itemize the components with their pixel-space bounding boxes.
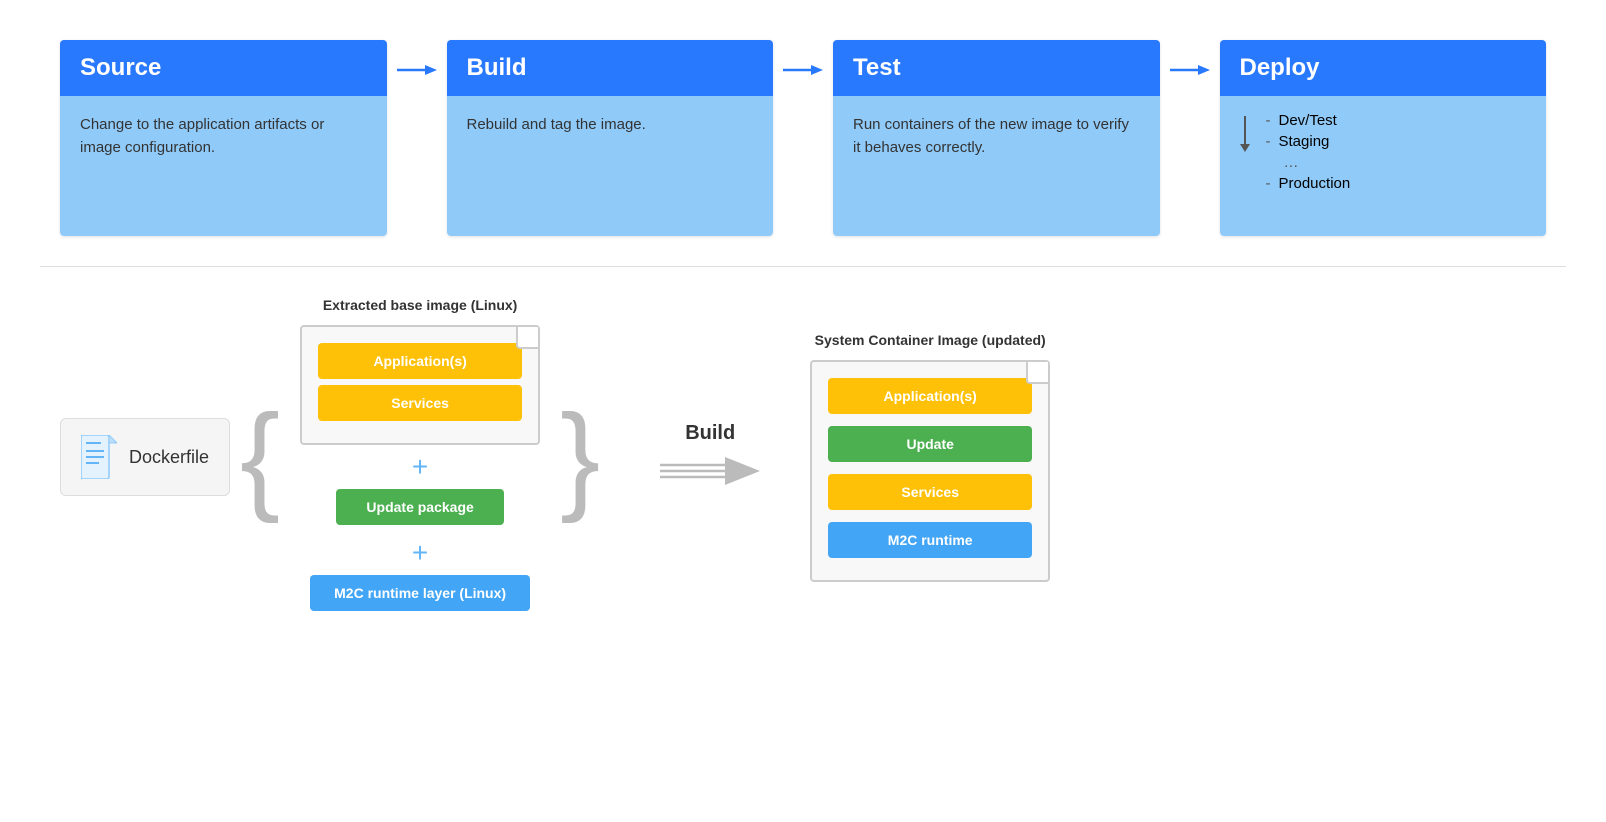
applications-badge: Application(s) (318, 343, 522, 379)
system-container-section: System Container Image (updated) Applica… (810, 332, 1050, 582)
deploy-body: - Dev/Test - Staging … - Production (1220, 96, 1547, 236)
deploy-header: Deploy (1220, 40, 1547, 96)
build-arrow-label: Build (685, 422, 735, 445)
system-container-label: System Container Image (updated) (815, 332, 1046, 348)
right-brace: } (560, 397, 600, 517)
arrow-build-test (773, 40, 833, 80)
source-header: Source (60, 40, 387, 96)
pipeline-section: Source Change to the application artifac… (0, 0, 1606, 266)
stacked-badges: Application(s) Update Services M2C runti… (828, 378, 1032, 564)
pipeline-step-source: Source Change to the application artifac… (60, 40, 387, 236)
services-badge: Services (318, 385, 522, 421)
dockerfile-card: Dockerfile (60, 418, 230, 496)
plus-symbol-2: + (412, 537, 428, 569)
sc-applications-badge: Application(s) (828, 378, 1032, 414)
deploy-devtest-label: Dev/Test (1279, 112, 1337, 129)
deploy-item-production: - Production (1266, 175, 1351, 192)
deploy-item-devtest: - Dev/Test (1266, 112, 1351, 129)
arrow-test-deploy (1160, 40, 1220, 80)
dockerfile-icon (81, 435, 117, 479)
build-header: Build (447, 40, 774, 96)
sc-m2c-badge: M2C runtime (828, 522, 1032, 558)
arrow-source-build (387, 40, 447, 80)
build-title: Build (467, 54, 527, 81)
source-description: Change to the application artifacts or i… (80, 116, 324, 156)
build-arrow-svg (660, 449, 760, 493)
deploy-list: - Dev/Test - Staging … - Production (1266, 112, 1351, 196)
build-description: Rebuild and tag the image. (467, 116, 646, 133)
test-body: Run containers of the new image to verif… (833, 96, 1160, 236)
extracted-base-section: Extracted base image (Linux) Application… (300, 297, 540, 617)
deploy-item-ellipsis: … (1266, 154, 1351, 171)
pipeline-step-build: Build Rebuild and tag the image. (447, 40, 774, 236)
pipeline-step-test: Test Run containers of the new image to … (833, 40, 1160, 236)
update-package-badge: Update package (336, 489, 503, 525)
build-arrow-section: Build (660, 422, 760, 493)
source-title: Source (80, 54, 161, 81)
left-brace: { (240, 397, 280, 517)
m2c-runtime-badge: M2C runtime layer (Linux) (310, 575, 530, 611)
test-description: Run containers of the new image to verif… (853, 116, 1129, 156)
sc-services-badge: Services (828, 474, 1032, 510)
test-title: Test (853, 54, 901, 81)
plus-symbol-1: + (412, 451, 428, 483)
extracted-base-label: Extracted base image (Linux) (323, 297, 518, 313)
base-image-doc-card: Application(s) Services (300, 325, 540, 445)
build-body: Rebuild and tag the image. (447, 96, 774, 236)
deploy-production-label: Production (1279, 175, 1351, 192)
deploy-title: Deploy (1240, 54, 1320, 81)
deploy-item-staging: - Staging (1266, 133, 1351, 150)
pipeline-step-deploy: Deploy - Dev/Test - Staging (1220, 40, 1547, 236)
sc-update-badge: Update (828, 426, 1032, 462)
dockerfile-label: Dockerfile (129, 447, 209, 468)
source-body: Change to the application artifacts or i… (60, 96, 387, 236)
deploy-staging-label: Staging (1279, 133, 1330, 150)
system-container-doc-card: Application(s) Update Services M2C runti… (810, 360, 1050, 582)
test-header: Test (833, 40, 1160, 96)
diagram-section: Dockerfile { Extracted base image (Linux… (0, 267, 1606, 637)
